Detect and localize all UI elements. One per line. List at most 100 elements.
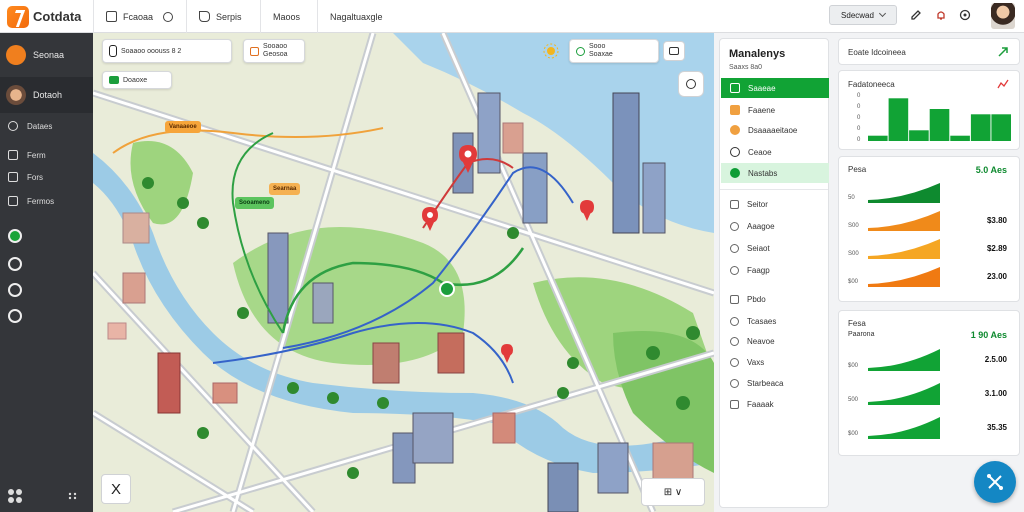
metric-row-value: 23.00 bbox=[986, 272, 1007, 281]
layer-option-4[interactable]: Pbdo bbox=[721, 289, 829, 309]
avatar[interactable] bbox=[991, 3, 1015, 29]
navigate-icon[interactable] bbox=[8, 283, 22, 297]
map-info-chip-0[interactable]: Soaaoo ooouss 8 2 bbox=[102, 39, 232, 63]
layer-option-9-label: Faaaak bbox=[747, 399, 774, 409]
map-tag-1[interactable]: Searnaa bbox=[269, 183, 301, 195]
bar-chart-y-label: 0 bbox=[857, 104, 861, 110]
metric-row-sparkline[interactable] bbox=[868, 267, 940, 287]
status-online-icon[interactable] bbox=[8, 229, 22, 243]
map-canvas[interactable]: Soaaoo ooouss 8 2 Sooaoo Geosoa Sooo Soa… bbox=[93, 33, 714, 512]
collapse-icon[interactable] bbox=[68, 491, 78, 501]
map-info-chip-2[interactable]: Sooo Soaxae bbox=[569, 39, 659, 63]
layer-item-1[interactable]: Faaene bbox=[721, 100, 829, 120]
map-locate-button[interactable] bbox=[678, 71, 704, 97]
map-small-chip-text: Doaoxe bbox=[123, 76, 148, 84]
nav-item-0[interactable]: Fcaoaa bbox=[93, 0, 186, 33]
map-small-chip[interactable]: Doaoxe bbox=[102, 71, 172, 89]
layer-option-1[interactable]: Aaagoe bbox=[721, 216, 829, 236]
nav-label-3: Nagaltuaxgle bbox=[330, 11, 383, 22]
map-tag-2[interactable]: Sooameno bbox=[235, 197, 274, 209]
metric-row-area bbox=[868, 211, 940, 231]
layer-option-3[interactable]: Faagp bbox=[721, 260, 829, 280]
metric-row-value: 2.5.00 bbox=[984, 355, 1007, 364]
map-drawing bbox=[93, 33, 714, 512]
metric-row-sparkline[interactable] bbox=[868, 183, 940, 203]
nav-item-2[interactable]: Maoos bbox=[260, 0, 317, 33]
bar-6[interactable] bbox=[991, 114, 1011, 141]
layer-option-5[interactable]: Tcasaes bbox=[721, 311, 829, 331]
chevron-down-icon bbox=[878, 9, 886, 18]
document-icon bbox=[8, 172, 18, 182]
metric-row-sparkline[interactable] bbox=[868, 239, 940, 259]
metric-row-sparkline[interactable] bbox=[868, 383, 940, 405]
layer-option-3-label: Faagp bbox=[747, 265, 770, 275]
metric-row-area bbox=[868, 349, 940, 371]
bar-1[interactable] bbox=[888, 98, 909, 141]
map-zoom-control[interactable]: ⊞ ∨ bbox=[641, 478, 705, 506]
metric-row-label: $00 bbox=[848, 363, 859, 369]
checkbox-icon bbox=[730, 199, 739, 209]
sidebar-card-2[interactable]: Dotaoh bbox=[0, 77, 93, 113]
checkbox-icon bbox=[730, 399, 739, 409]
metric-row-label: 50 bbox=[848, 195, 855, 201]
layer-option-8[interactable]: Starbeaca bbox=[721, 373, 829, 393]
grid-icon bbox=[8, 150, 18, 160]
bar-5[interactable] bbox=[970, 114, 991, 141]
map-close-button[interactable]: X bbox=[101, 474, 131, 504]
layer-item-4-icon bbox=[730, 168, 740, 178]
folder-icon bbox=[106, 11, 117, 22]
checkbox-icon bbox=[730, 294, 739, 304]
layer-item-2[interactable]: Dsaaaaeitaoe bbox=[721, 120, 829, 140]
info-icon[interactable] bbox=[8, 257, 22, 271]
bar-4[interactable] bbox=[950, 135, 970, 141]
apps-icon[interactable] bbox=[7, 488, 23, 504]
bell-icon[interactable] bbox=[935, 9, 947, 21]
layer-option-9[interactable]: Faaaak bbox=[721, 394, 829, 414]
chart-line-icon[interactable] bbox=[997, 79, 1009, 89]
layer-option-6[interactable]: Neavoe bbox=[721, 331, 829, 351]
nav-item-1[interactable]: Serpis bbox=[186, 0, 260, 33]
map-info-chip-1-line2: Geosoa bbox=[263, 51, 288, 58]
layer-option-0-label: Seitor bbox=[747, 199, 768, 209]
pencil-icon[interactable] bbox=[910, 9, 922, 21]
sidebar-item-3[interactable]: Fermos bbox=[0, 191, 93, 211]
sidebar-item-0[interactable]: Dataes bbox=[0, 116, 93, 136]
metric-row-sparkline[interactable] bbox=[868, 211, 940, 231]
bar-2[interactable] bbox=[909, 130, 929, 141]
search-dropdown[interactable]: Sdecwad bbox=[829, 5, 897, 25]
app-title: Cotdata bbox=[33, 9, 82, 24]
sidebar: Seonaa Dotaoh Dataes Ferm Fors Fermos bbox=[0, 33, 93, 512]
map-info-chip-1[interactable]: Sooaoo Geosoa bbox=[243, 39, 305, 63]
bar-chart[interactable] bbox=[867, 93, 1011, 141]
bar-chart-title: Fadatoneeca bbox=[848, 80, 895, 89]
metric-row-area bbox=[868, 239, 940, 259]
metric-card-green-subtitle: Paarona bbox=[848, 331, 875, 338]
sidebar-item-1[interactable]: Ferm bbox=[0, 145, 93, 165]
top-bar: Cotdata Fcaoaa Serpis Maoos Nagaltuaxgle… bbox=[0, 0, 1024, 33]
sidebar-card-1[interactable]: Seonaa bbox=[0, 37, 93, 73]
brand[interactable]: Cotdata bbox=[0, 0, 93, 33]
nav-item-3[interactable]: Nagaltuaxgle bbox=[317, 0, 437, 33]
layer-item-4[interactable]: Nastabs bbox=[721, 163, 829, 183]
layer-option-7[interactable]: Vaxs bbox=[721, 352, 829, 372]
layer-item-3[interactable]: Ceaoe bbox=[721, 142, 829, 162]
metric-row-label: $00 bbox=[848, 279, 859, 285]
map-camera-button[interactable] bbox=[663, 41, 685, 61]
metric-row-sparkline[interactable] bbox=[868, 417, 940, 439]
bar-3[interactable] bbox=[929, 109, 950, 141]
metric-row-value: 3.1.00 bbox=[984, 389, 1007, 398]
layer-option-0[interactable]: Seitor bbox=[721, 194, 829, 214]
layer-item-0[interactable]: Saaeae bbox=[721, 78, 829, 98]
metric-row-sparkline[interactable] bbox=[868, 349, 940, 371]
clock-icon bbox=[163, 11, 174, 22]
tools-fab-button[interactable] bbox=[974, 461, 1016, 503]
sidebar-item-2[interactable]: Fors bbox=[0, 167, 93, 187]
expand-icon[interactable] bbox=[997, 46, 1009, 58]
settings-icon[interactable] bbox=[959, 9, 971, 21]
layer-option-2[interactable]: Seiaot bbox=[721, 238, 829, 258]
bar-0[interactable] bbox=[868, 135, 888, 141]
metric-card-green: Fesa Paarona 1 90 Aes $00 2.5.00 500 3.1.00… bbox=[838, 310, 1020, 456]
radio-icon bbox=[730, 378, 739, 388]
globe-icon[interactable] bbox=[8, 309, 22, 323]
map-tag-0[interactable]: Vanaaeoe bbox=[165, 121, 201, 133]
